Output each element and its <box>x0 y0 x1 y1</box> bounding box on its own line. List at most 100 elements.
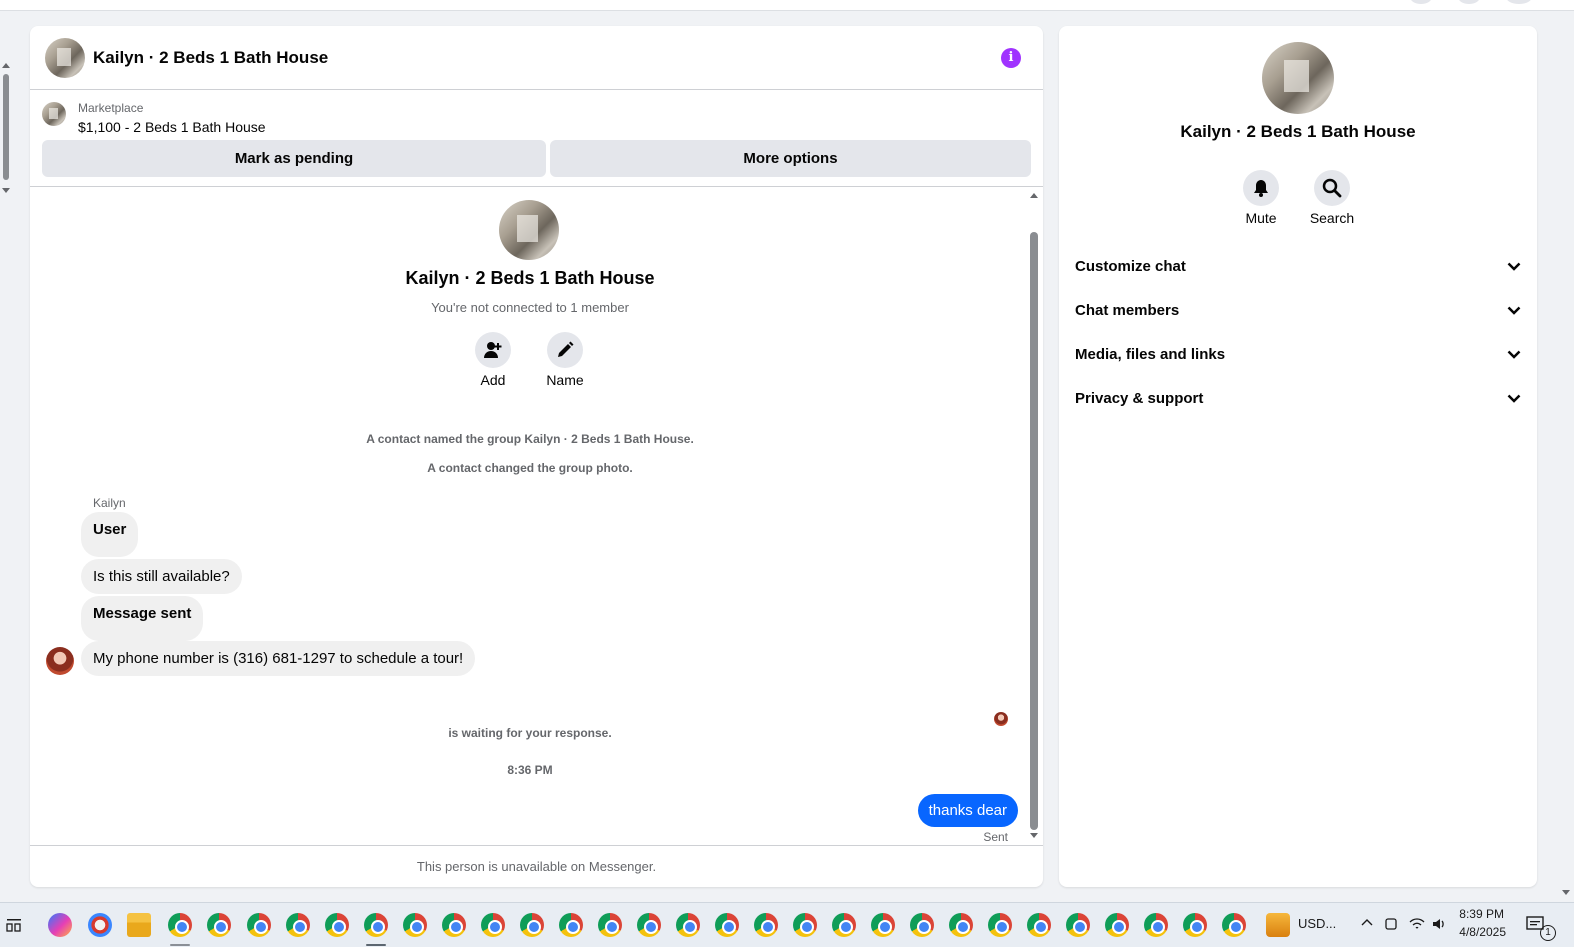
more-options-button[interactable]: More options <box>550 140 1031 177</box>
chrome-icon[interactable] <box>403 913 427 937</box>
chrome-icon[interactable] <box>286 913 310 937</box>
chrome-icon[interactable] <box>910 913 934 937</box>
chrome-icon[interactable] <box>168 913 192 937</box>
section-label: Customize chat <box>1075 257 1186 275</box>
chrome-icon[interactable] <box>364 913 388 937</box>
section-privacy-support[interactable]: Privacy & support <box>1075 376 1521 420</box>
waiting-notice: is waiting for your response. <box>448 726 612 740</box>
currency-widget-icon[interactable] <box>1266 913 1290 937</box>
chrome-icon[interactable] <box>988 913 1012 937</box>
section-customize-chat[interactable]: Customize chat <box>1075 244 1521 288</box>
chrome-icon[interactable] <box>1222 913 1246 937</box>
scroll-up-arrow-icon[interactable] <box>1030 193 1038 198</box>
chrome-icon[interactable] <box>442 913 466 937</box>
scrollbar-thumb[interactable] <box>1030 232 1038 830</box>
scroll-up-arrow-icon[interactable] <box>2 63 10 68</box>
active-indicator <box>366 944 386 946</box>
wifi-icon[interactable] <box>1409 916 1425 930</box>
paint-icon[interactable] <box>88 913 112 937</box>
chrome-icon[interactable] <box>598 913 622 937</box>
chrome-icon[interactable] <box>325 913 349 937</box>
message-bubble[interactable]: Is this still available? <box>81 559 242 594</box>
browser-top-strip <box>0 0 1574 11</box>
page-scrollbar[interactable] <box>0 60 12 200</box>
profile-avatar[interactable] <box>1506 0 1532 4</box>
file-explorer-icon[interactable] <box>127 913 151 937</box>
scrollbar-thumb[interactable] <box>3 74 9 180</box>
seen-avatar <box>994 712 1008 726</box>
scroll-down-arrow-icon[interactable] <box>1562 890 1570 895</box>
scroll-down-arrow-icon[interactable] <box>2 188 10 193</box>
toolbar-button-ghost[interactable] <box>1410 0 1432 4</box>
chat-title[interactable]: Kailyn · 2 Beds 1 Bath House <box>93 48 328 68</box>
chrome-icon[interactable] <box>247 913 271 937</box>
listing-title[interactable]: $1,100 - 2 Beds 1 Bath House <box>78 119 266 135</box>
taskbar: USD... 8:39 PM 4/8/2025 1 <box>0 902 1574 947</box>
details-title: Kailyn · 2 Beds 1 Bath House <box>1180 122 1416 141</box>
chrome-icon[interactable] <box>1066 913 1090 937</box>
chevron-down-icon <box>1507 306 1521 315</box>
message-bubble[interactable]: User <box>81 512 139 557</box>
section-chat-members[interactable]: Chat members <box>1075 288 1521 332</box>
chevron-up-icon[interactable] <box>1361 918 1373 926</box>
chrome-icon[interactable] <box>754 913 778 937</box>
chrome-icon[interactable] <box>871 913 895 937</box>
name-label: Name <box>546 372 584 388</box>
mute-button[interactable] <box>1243 170 1279 206</box>
search-label: Search <box>1309 210 1355 226</box>
listing-thumbnail[interactable] <box>42 102 66 126</box>
chrome-icon[interactable] <box>207 913 231 937</box>
section-media-files-links[interactable]: Media, files and links <box>1075 332 1521 376</box>
chrome-icon[interactable] <box>1144 913 1168 937</box>
chrome-icon[interactable] <box>559 913 583 937</box>
chevron-down-icon <box>1507 350 1521 359</box>
currency-widget-text[interactable]: USD... <box>1298 916 1336 931</box>
marketplace-label: Marketplace <box>78 101 144 115</box>
chrome-icon[interactable] <box>793 913 817 937</box>
add-member-button[interactable] <box>475 332 511 368</box>
clock-date[interactable]: 4/8/2025 <box>1450 925 1506 939</box>
page-right-scrollbar[interactable] <box>1558 0 1574 900</box>
pencil-icon <box>558 341 574 357</box>
chrome-icon[interactable] <box>637 913 661 937</box>
message-bubble[interactable]: Message sent <box>81 596 204 641</box>
chrome-icon[interactable] <box>520 913 544 937</box>
toolbar-button-ghost[interactable] <box>1458 0 1480 4</box>
chrome-icon[interactable] <box>1027 913 1051 937</box>
sent-status: Sent <box>983 830 1008 844</box>
chat-header: Kailyn · 2 Beds 1 Bath House i <box>30 26 1043 90</box>
section-label: Chat members <box>1075 301 1180 319</box>
task-view-icon[interactable] <box>6 917 22 933</box>
chrome-icon[interactable] <box>1105 913 1129 937</box>
group-photo-large[interactable] <box>1262 42 1334 114</box>
name-group-button[interactable] <box>547 332 583 368</box>
sender-avatar[interactable] <box>46 647 74 675</box>
conversation-area: Kailyn · 2 Beds 1 Bath House You're not … <box>30 188 1043 844</box>
add-label: Add <box>480 372 506 388</box>
group-avatar[interactable] <box>45 37 85 78</box>
conversation-scrollbar[interactable] <box>1029 188 1039 844</box>
group-subtitle: You're not connected to 1 member <box>431 300 629 315</box>
search-button[interactable] <box>1314 170 1350 206</box>
chrome-icon[interactable] <box>832 913 856 937</box>
running-indicator <box>170 944 190 946</box>
scroll-down-arrow-icon[interactable] <box>1030 833 1038 838</box>
meet-now-icon[interactable] <box>1384 916 1398 932</box>
clock-time[interactable]: 8:39 PM <box>1450 907 1504 921</box>
my-message-bubble[interactable]: thanks dear <box>917 794 1018 827</box>
chrome-icon[interactable] <box>1183 913 1207 937</box>
chrome-icon[interactable] <box>676 913 700 937</box>
chrome-icon[interactable] <box>715 913 739 937</box>
chrome-icon[interactable] <box>949 913 973 937</box>
message-bubble[interactable]: My phone number is (316) 681-1297 to sch… <box>81 641 476 676</box>
mark-as-pending-button[interactable]: Mark as pending <box>42 140 546 177</box>
chevron-down-icon <box>1507 262 1521 271</box>
info-icon[interactable]: i <box>1001 48 1021 68</box>
volume-icon[interactable] <box>1431 916 1447 932</box>
system-message: A contact changed the group photo. <box>427 461 633 475</box>
copilot-icon[interactable] <box>48 913 72 937</box>
chrome-icon[interactable] <box>481 913 505 937</box>
chat-panel: Kailyn · 2 Beds 1 Bath House i Marketpla… <box>30 26 1043 887</box>
group-photo[interactable] <box>499 200 559 260</box>
bell-icon <box>1254 180 1268 197</box>
